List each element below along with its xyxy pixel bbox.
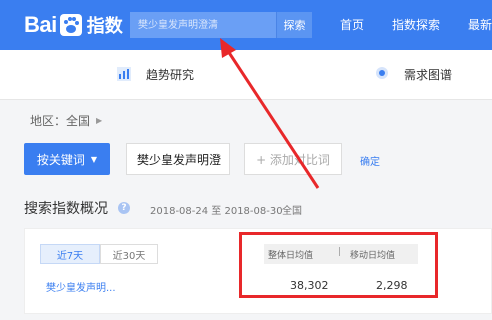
add-compare-word-button[interactable]: + 添加对比词: [244, 143, 342, 175]
keyword-input[interactable]: 樊少皇发声明澄: [126, 143, 230, 175]
baidu-index-logo[interactable]: Bai 指数: [24, 12, 123, 38]
demand-graph-icon: [376, 67, 388, 79]
nav-home[interactable]: 首页: [340, 16, 364, 33]
overview-date-range: 2018-08-24 至 2018-08-30: [150, 206, 283, 217]
search-button[interactable]: 探索: [276, 12, 312, 38]
help-icon[interactable]: ?: [118, 202, 130, 214]
tab-last-7-days[interactable]: 近7天: [40, 244, 100, 264]
confirm-link[interactable]: 确定: [360, 153, 380, 168]
tab-trend-research[interactable]: 趋势研究: [146, 66, 194, 83]
nav-latest[interactable]: 最新: [468, 16, 492, 33]
chevron-right-icon: ▶: [96, 116, 103, 125]
region-label: 地区：全国: [30, 114, 91, 128]
keyword-mode-label: 按关键词: [36, 152, 85, 167]
overview-title: 搜索指数概况: [24, 201, 108, 217]
search-input[interactable]: [130, 12, 276, 38]
region-selector[interactable]: 地区：全国 ▶: [30, 112, 102, 129]
overview-region: 全国: [282, 206, 302, 217]
highlight-box: [239, 232, 438, 298]
nav-index-explore[interactable]: 指数探索: [392, 16, 440, 33]
paw-icon: [59, 14, 82, 36]
caret-down-icon: ▼: [90, 154, 98, 164]
keyword-mode-button[interactable]: 按关键词 ▼: [24, 143, 110, 175]
header-search: 探索: [130, 12, 312, 38]
tab-demand-graph[interactable]: 需求图谱: [404, 66, 452, 83]
logo-suffix: 指数: [86, 16, 123, 37]
logo-text: Bai: [24, 12, 57, 37]
trend-chart-icon: [117, 67, 131, 81]
tab-last-30-days[interactable]: 近30天: [100, 244, 158, 264]
keyword-link[interactable]: 樊少皇发声明...: [46, 279, 116, 294]
